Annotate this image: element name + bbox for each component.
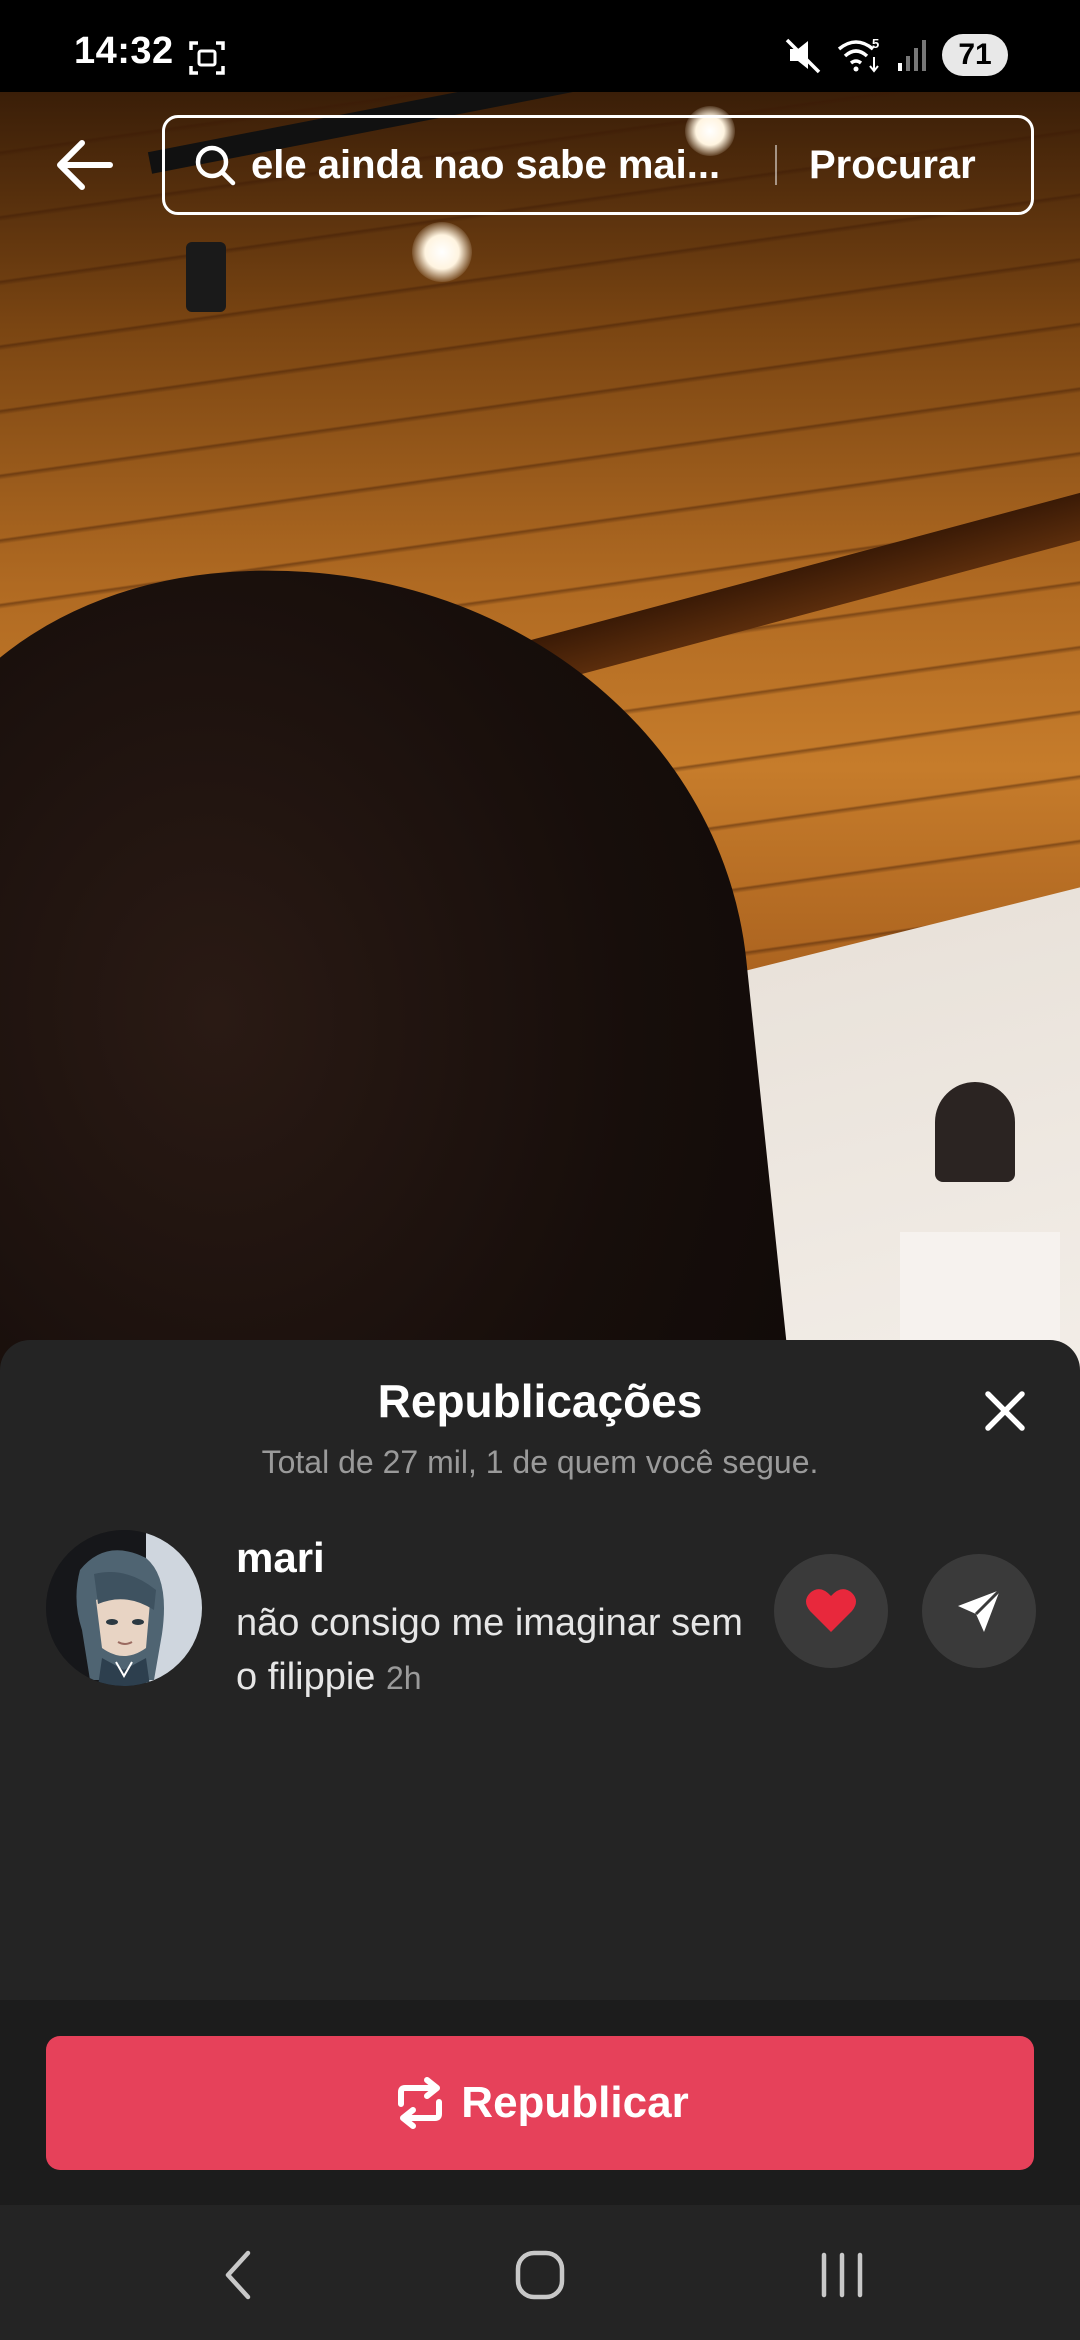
search-button[interactable]: Procurar <box>809 143 976 188</box>
like-button[interactable] <box>774 1554 888 1668</box>
search-input[interactable]: ele ainda nao sabe mai... <box>251 143 751 188</box>
search-icon <box>195 145 236 186</box>
status-icons: 5 71 <box>784 34 1008 76</box>
video-player[interactable] <box>0 92 1080 1392</box>
mute-icon <box>785 38 821 74</box>
back-arrow-icon[interactable] <box>48 130 128 200</box>
repost-username[interactable]: mari <box>236 1534 325 1582</box>
screen: 14:32 5 71 ele ainda nao sabe mai... Pro… <box>0 0 1080 2340</box>
avatar-image <box>46 1530 202 1686</box>
battery-icon: 71 <box>942 34 1008 76</box>
wall-fixture <box>935 1082 1015 1182</box>
lamp-glow <box>412 222 472 282</box>
status-time: 14:32 <box>74 30 174 72</box>
status-bar: 14:32 5 71 <box>0 0 1080 92</box>
search-divider <box>775 145 777 185</box>
reposts-sheet: Republicações Total de 27 mil, 1 de quem… <box>0 1340 1080 2000</box>
nav-recents-icon[interactable] <box>812 2245 872 2305</box>
svg-text:5: 5 <box>872 36 879 51</box>
sheet-title: Republicações <box>377 1375 703 1427</box>
sheet-footer: Republicar <box>0 2000 1080 2205</box>
list-item[interactable]: mari não consigo me imaginar sem o filip… <box>0 1530 1080 1710</box>
repost-icon <box>398 2077 443 2129</box>
send-icon <box>958 1588 1002 1632</box>
repost-caption-text: não consigo me imaginar sem o filippie <box>236 1602 743 1698</box>
system-nav-bar <box>0 2205 1080 2340</box>
heart-icon <box>806 1589 856 1632</box>
nav-home-icon[interactable] <box>510 2245 570 2305</box>
close-icon[interactable] <box>982 1388 1028 1434</box>
search-bar[interactable]: ele ainda nao sabe mai... Procurar <box>162 115 1034 215</box>
sheet-subtitle: Total de 27 mil, 1 de quem você segue. <box>261 1444 819 1480</box>
avatar[interactable] <box>46 1530 202 1686</box>
screenshot-icon <box>189 41 225 75</box>
track-lamp <box>186 242 226 312</box>
repost-time: 2h <box>385 1660 422 1696</box>
repost-button-label: Republicar <box>461 2078 689 2127</box>
nav-back-icon[interactable] <box>210 2245 270 2305</box>
signal-icon <box>898 40 926 71</box>
send-button[interactable] <box>922 1554 1036 1668</box>
repost-button[interactable]: Republicar <box>46 2036 1034 2170</box>
wifi-icon: 5 <box>837 36 879 73</box>
repost-caption: não consigo me imaginar sem o filippie 2… <box>236 1596 756 1705</box>
